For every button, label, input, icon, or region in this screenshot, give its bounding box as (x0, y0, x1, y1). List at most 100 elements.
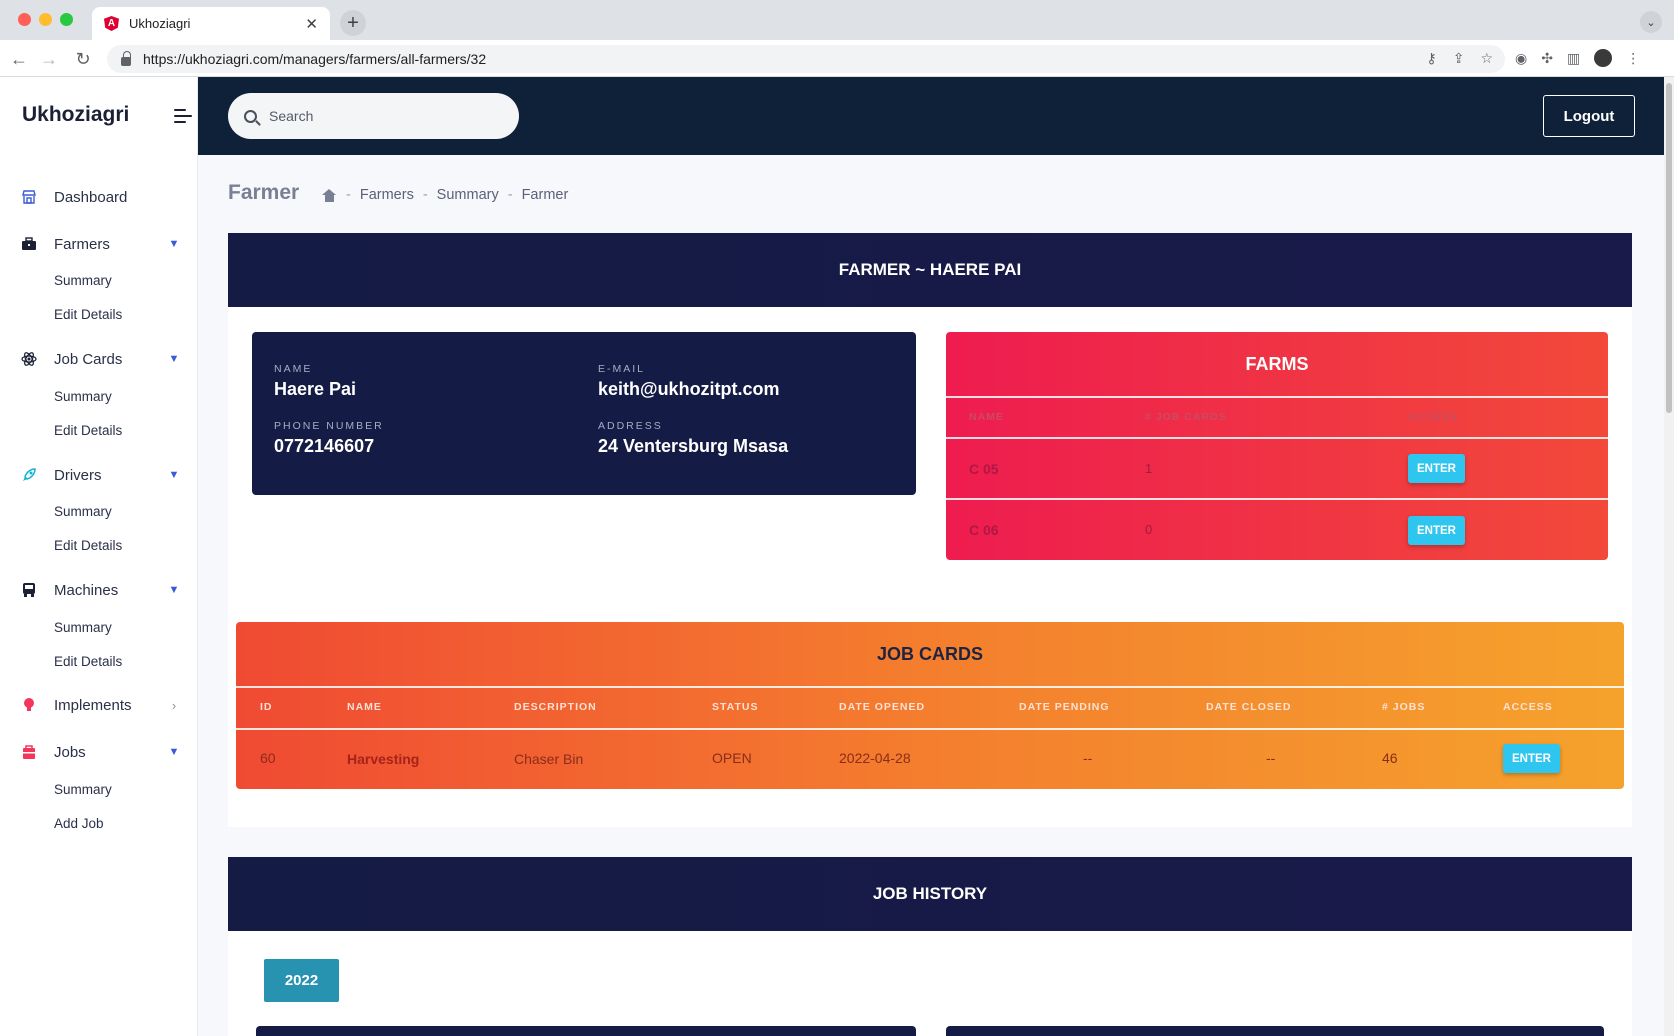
farmer-header: FARMER ~ HAERE PAI (228, 233, 1632, 307)
farm-name[interactable]: C 06 (969, 522, 999, 538)
table-header: NAME (347, 701, 382, 713)
rocket-icon (20, 466, 38, 484)
farm-enter-button[interactable]: ENTER (1408, 516, 1465, 545)
farm-job-cards-count: 1 (1145, 461, 1153, 476)
atom-icon (20, 350, 38, 368)
tab-search-icon[interactable]: ⌄ (1640, 11, 1662, 33)
search-icon (244, 109, 257, 123)
scrollbar-thumb[interactable] (1666, 83, 1672, 413)
job-card-jobs-count: 46 (1382, 750, 1398, 766)
tab-close-icon[interactable]: ✕ (305, 15, 318, 33)
farmer-address: 24 Ventersburg Msasa (598, 436, 789, 456)
sidebar-item-label: Dashboard (54, 188, 128, 206)
sidebar-subitem-jobs-add-job[interactable]: Add Job (54, 816, 104, 831)
sidebar-item-label: Farmers (54, 235, 110, 253)
farmer-phone: 0772146607 (274, 436, 375, 456)
puzzle-icon[interactable]: ✣ (1541, 50, 1553, 67)
star-icon[interactable]: ☆ (1480, 50, 1493, 67)
forward-arrow-icon[interactable]: → (36, 46, 62, 72)
kebab-menu-icon[interactable]: ⋮ (1626, 50, 1640, 67)
sidebar: Ukhoziagri Dashboard Farmers ▼ Summary E… (0, 77, 198, 1036)
job-card-enter-button[interactable]: ENTER (1503, 744, 1560, 773)
sidebar-item-machines[interactable]: Machines ▼ (20, 578, 180, 602)
reload-icon[interactable]: ↻ (70, 46, 96, 72)
job-history-panel (228, 931, 1632, 1036)
sidebar-subitem-drivers-edit-details[interactable]: Edit Details (54, 538, 122, 553)
sidebar-icon[interactable]: ▥ (1567, 50, 1580, 67)
phone-label: PHONE NUMBER (274, 420, 384, 432)
sidebar-subitem-job-cards-edit-details[interactable]: Edit Details (54, 423, 122, 438)
sidebar-item-label: Implements (54, 696, 132, 714)
job-card-status: OPEN (712, 750, 752, 766)
profile-avatar-icon[interactable] (1594, 49, 1613, 67)
job-cards-card: JOB CARDS ID NAME DESCRIPTION STATUS DAT… (236, 622, 1624, 789)
breadcrumb-farmers[interactable]: Farmers (360, 187, 414, 203)
search-box[interactable] (228, 93, 519, 139)
table-header: DESCRIPTION (514, 701, 597, 713)
job-card-date-opened: 2022-04-28 (839, 750, 911, 766)
farm-job-cards-count: 0 (1145, 522, 1153, 537)
sidebar-subitem-machines-edit-details[interactable]: Edit Details (54, 654, 122, 669)
job-cards-title: JOB CARDS (876, 644, 983, 664)
breadcrumb-summary[interactable]: Summary (437, 187, 499, 203)
sidebar-subitem-job-cards-summary[interactable]: Summary (54, 389, 112, 404)
bulb-icon (20, 696, 38, 714)
search-input[interactable] (269, 108, 489, 124)
brand-logo[interactable]: Ukhoziagri (22, 103, 129, 127)
table-header: # JOBS (1382, 701, 1426, 713)
sidebar-subitem-machines-summary[interactable]: Summary (54, 620, 112, 635)
chevron-right-icon: › (171, 697, 177, 713)
logout-button[interactable]: Logout (1543, 95, 1635, 137)
sidebar-item-jobs[interactable]: Jobs ▼ (20, 740, 180, 764)
farmer-info-card: NAME Haere Pai E-MAIL keith@ukhozitpt.co… (252, 332, 916, 495)
sidebar-subitem-farmers-edit-details[interactable]: Edit Details (54, 307, 122, 322)
extension-circle-icon[interactable]: ◉ (1515, 50, 1527, 67)
browser-toolbar: ← → ↻ https://ukhoziagri.com/managers/fa… (0, 40, 1674, 77)
address-label: ADDRESS (598, 420, 663, 432)
email-label: E-MAIL (598, 363, 646, 375)
sidebar-subitem-jobs-summary[interactable]: Summary (54, 782, 112, 797)
sidebar-subitem-drivers-summary[interactable]: Summary (54, 504, 112, 519)
farmer-name: Haere Pai (274, 379, 357, 399)
table-header: DATE OPENED (839, 701, 926, 713)
job-card-date-pending: -- (1083, 750, 1093, 766)
job-history-header: JOB HISTORY (228, 857, 1632, 931)
farm-enter-button[interactable]: ENTER (1408, 454, 1465, 483)
year-2022-button[interactable]: 2022 (264, 959, 339, 1002)
browser-tab-strip: A Ukhoziagri ✕ + ⌄ (0, 0, 1674, 40)
sidebar-item-job-cards[interactable]: Job Cards ▼ (20, 347, 180, 371)
close-window-button[interactable] (18, 13, 31, 26)
page-title: Farmer (228, 181, 300, 204)
table-header: ACCESS (1408, 411, 1458, 423)
share-icon[interactable]: ⇪ (1453, 50, 1465, 67)
url-text: https://ukhoziagri.com/managers/farmers/… (143, 51, 487, 67)
table-header: ID (260, 701, 273, 713)
table-header: ACCESS (1503, 701, 1553, 713)
bus-icon (20, 581, 38, 599)
name-label: NAME (274, 363, 313, 375)
table-header: STATUS (712, 701, 759, 713)
sidebar-subitem-farmers-summary[interactable]: Summary (54, 273, 112, 288)
sidebar-item-implements[interactable]: Implements › (20, 693, 180, 717)
tab-title: Ukhoziagri (129, 16, 191, 31)
address-bar[interactable]: https://ukhoziagri.com/managers/farmers/… (107, 45, 1505, 73)
farm-name[interactable]: C 05 (969, 461, 999, 477)
job-history-card (946, 1026, 1604, 1036)
job-card-name[interactable]: Harvesting (347, 751, 419, 767)
maximize-window-button[interactable] (60, 13, 73, 26)
browser-tab[interactable]: A Ukhoziagri ✕ (92, 7, 330, 40)
sidebar-item-dashboard[interactable]: Dashboard (20, 185, 180, 209)
top-navbar: Logout (198, 77, 1664, 155)
sidebar-item-farmers[interactable]: Farmers ▼ (20, 232, 180, 256)
job-history-card (256, 1026, 916, 1036)
home-icon[interactable] (322, 188, 337, 202)
sidebar-item-drivers[interactable]: Drivers ▼ (20, 463, 180, 487)
farms-card: FARMS NAME # JOB CARDS ACCESS C 05 1 ENT… (946, 332, 1608, 560)
page-scrollbar[interactable] (1664, 77, 1674, 1036)
hamburger-menu-icon[interactable] (174, 109, 192, 127)
minimize-window-button[interactable] (39, 13, 52, 26)
key-icon[interactable]: ⚷ (1426, 50, 1436, 67)
sidebar-item-label: Jobs (54, 743, 86, 761)
new-tab-button[interactable]: + (340, 10, 366, 36)
back-arrow-icon[interactable]: ← (6, 46, 32, 72)
